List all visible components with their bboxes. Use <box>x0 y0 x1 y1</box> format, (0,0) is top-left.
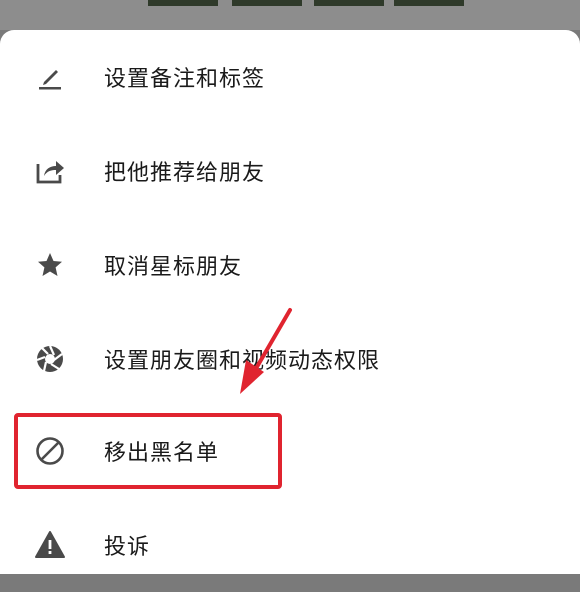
annotation-arrow <box>240 308 292 394</box>
